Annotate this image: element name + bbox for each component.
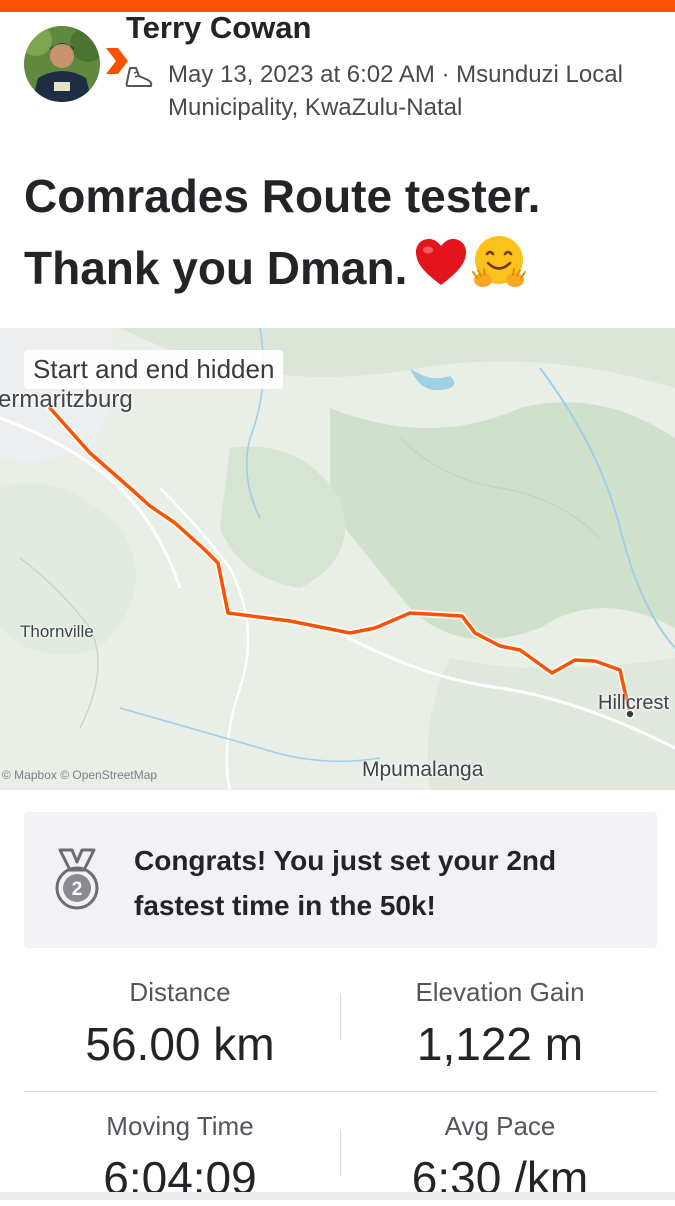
brand-top-bar	[0, 0, 675, 12]
stat-label: Elevation Gain	[415, 977, 585, 1007]
avatar[interactable]	[24, 26, 100, 102]
stat-label: Avg Pace	[444, 1111, 556, 1141]
hugging-face-emoji-icon	[469, 232, 529, 312]
stat-distance: Distance 56.00 km	[20, 976, 340, 1072]
stat-value: 1,122 m	[416, 1018, 584, 1070]
map-label-thornville: Thornville	[20, 622, 94, 641]
activity-title: Comrades Route tester. Thank you Dman.	[24, 160, 664, 312]
activity-date-location: May 13, 2023 at 6:02 AM · Msunduzi Local…	[168, 61, 623, 121]
medal-rank: 2	[72, 879, 83, 900]
stat-value: 56.00 km	[85, 1018, 275, 1070]
map-attribution[interactable]: © Mapbox © OpenStreetMap	[2, 768, 157, 782]
bottom-edge	[0, 1192, 675, 1200]
achievement-card[interactable]: 2 Congrats! You just set your 2nd fastes…	[24, 812, 657, 948]
stat-label: Moving Time	[106, 1111, 254, 1141]
stat-label: Distance	[129, 977, 231, 1007]
silver-medal-icon: 2	[52, 848, 102, 912]
athlete-name[interactable]: Terry Cowan	[126, 10, 311, 46]
activity-route-map[interactable]: Start and end hidden ermaritzburg Thornv…	[0, 328, 675, 790]
achievement-text: Congrats! You just set your 2nd fastest …	[134, 845, 557, 921]
athlete-avatar-wrap[interactable]	[24, 26, 128, 104]
run-shoe-icon	[124, 64, 154, 92]
map-label-hillcrest: Hillcrest	[598, 692, 670, 714]
privacy-zone-label: Start and end hidden	[24, 350, 284, 389]
map-label-mpumalanga: Mpumalanga	[362, 758, 484, 781]
red-heart-emoji-icon	[413, 236, 469, 308]
map-label-pietermaritzburg: ermaritzburg	[0, 386, 133, 413]
stat-elevation-gain: Elevation Gain 1,122 m	[340, 976, 660, 1072]
stats-row-divider	[24, 1091, 657, 1092]
